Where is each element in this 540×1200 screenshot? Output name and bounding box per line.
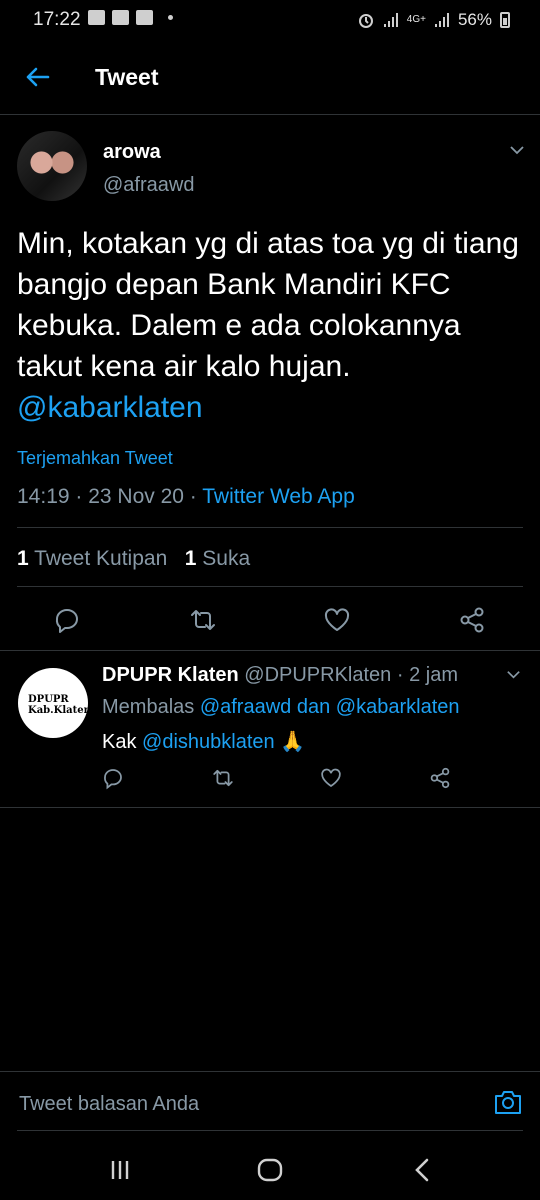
avatar-text: DPUPR xyxy=(28,694,69,705)
chevron-down-icon[interactable] xyxy=(505,666,522,683)
tweet-time: 14:19 xyxy=(17,485,70,508)
like-label[interactable]: Suka xyxy=(202,547,250,570)
author-handle[interactable]: @afraawd xyxy=(103,174,194,197)
mention-link[interactable]: @afraawd xyxy=(200,696,291,718)
tweet-text: Min, kotakan yg di atas toa yg di tiang … xyxy=(17,223,522,428)
system-nav-bar xyxy=(0,1140,540,1200)
back-arrow-icon[interactable] xyxy=(22,62,52,92)
mention-link[interactable]: @dishubklaten xyxy=(142,731,275,753)
camera-icon[interactable] xyxy=(493,1088,523,1116)
divider xyxy=(17,586,523,587)
page-title: Tweet xyxy=(95,64,159,90)
replying-label: Membalas xyxy=(102,696,195,718)
tweet-body: Min, kotakan yg di atas toa yg di tiang … xyxy=(17,227,519,383)
reply-author-name[interactable]: DPUPR Klaten xyxy=(102,664,239,686)
reply-header: DPUPR Klaten @DPUPRKlaten · 2 jam xyxy=(102,664,458,686)
reply-text: Kak @dishubklaten 🙏 xyxy=(102,729,305,754)
avatar[interactable]: DPUPR Kab.Klaten xyxy=(18,668,91,738)
quote-label[interactable]: Tweet Kutipan xyxy=(34,547,167,570)
top-app-bar: Tweet xyxy=(0,40,540,115)
app-notification-icon xyxy=(112,10,129,25)
divider xyxy=(17,527,523,528)
tweet-source[interactable]: Twitter Web App xyxy=(202,485,355,508)
tweet-actions xyxy=(0,595,540,645)
translate-link[interactable]: Terjemahkan Tweet xyxy=(17,448,173,469)
reply-input[interactable] xyxy=(17,1092,451,1117)
reply-actions xyxy=(0,766,540,796)
reply-tweet[interactable]: DPUPR Kab.Klaten DPUPR Klaten @DPUPRKlat… xyxy=(0,651,540,808)
battery-icon xyxy=(500,12,510,28)
avatar[interactable] xyxy=(17,131,87,201)
signal-icon-2 xyxy=(434,13,449,27)
notification-icons xyxy=(88,10,173,25)
retweet-icon[interactable] xyxy=(211,766,235,790)
divider xyxy=(17,1130,523,1131)
mention-link[interactable]: @kabarklaten xyxy=(336,696,460,718)
mention-link[interactable]: @kabarklaten xyxy=(17,391,203,424)
alarm-icon xyxy=(358,14,373,28)
like-count[interactable]: 1 xyxy=(185,547,197,570)
tweet-meta: 14:19 · 23 Nov 20 · Twitter Web App xyxy=(17,485,355,508)
like-icon[interactable] xyxy=(319,766,343,790)
back-icon[interactable] xyxy=(408,1155,438,1185)
share-icon[interactable] xyxy=(428,766,452,790)
signal-icon xyxy=(383,13,398,27)
chevron-down-icon[interactable] xyxy=(508,141,526,159)
avatar-text: Kab.Klaten xyxy=(28,705,91,716)
replying-conj: dan xyxy=(296,696,331,718)
reply-icon[interactable] xyxy=(101,766,125,790)
reply-body: Kak xyxy=(102,731,137,753)
author-name[interactable]: arowa xyxy=(103,141,161,164)
reply-icon[interactable] xyxy=(52,605,82,635)
main-tweet: arowa @afraawd Min, kotakan yg di atas t… xyxy=(0,115,540,651)
shop-icon xyxy=(136,10,153,25)
retweet-icon[interactable] xyxy=(188,605,218,635)
like-icon[interactable] xyxy=(322,605,352,635)
reply-time: 2 jam xyxy=(409,664,458,686)
reply-author-handle[interactable]: @DPUPRKlaten xyxy=(244,664,391,686)
status-time: 17:22 xyxy=(33,9,81,30)
recent-apps-icon[interactable] xyxy=(105,1155,135,1185)
tweet-date: 23 Nov 20 xyxy=(88,485,184,508)
network-type: 4G+ xyxy=(406,14,426,25)
system-icons: 4G+ 56% xyxy=(357,10,510,30)
replying-to: Membalas @afraawd dan @kabarklaten xyxy=(102,696,460,719)
reply-composer xyxy=(0,1071,540,1132)
battery-percent: 56% xyxy=(457,10,492,29)
home-icon[interactable] xyxy=(255,1155,285,1185)
quote-count[interactable]: 1 xyxy=(17,547,29,570)
emoji: 🙏 xyxy=(280,731,306,753)
message-icon xyxy=(88,10,105,25)
tweet-stats: 1 Tweet Kutipan 1 Suka xyxy=(17,547,250,571)
share-icon[interactable] xyxy=(457,605,487,635)
more-notifications-icon xyxy=(168,15,173,20)
status-bar: 17:22 4G+ 56% xyxy=(0,0,540,40)
